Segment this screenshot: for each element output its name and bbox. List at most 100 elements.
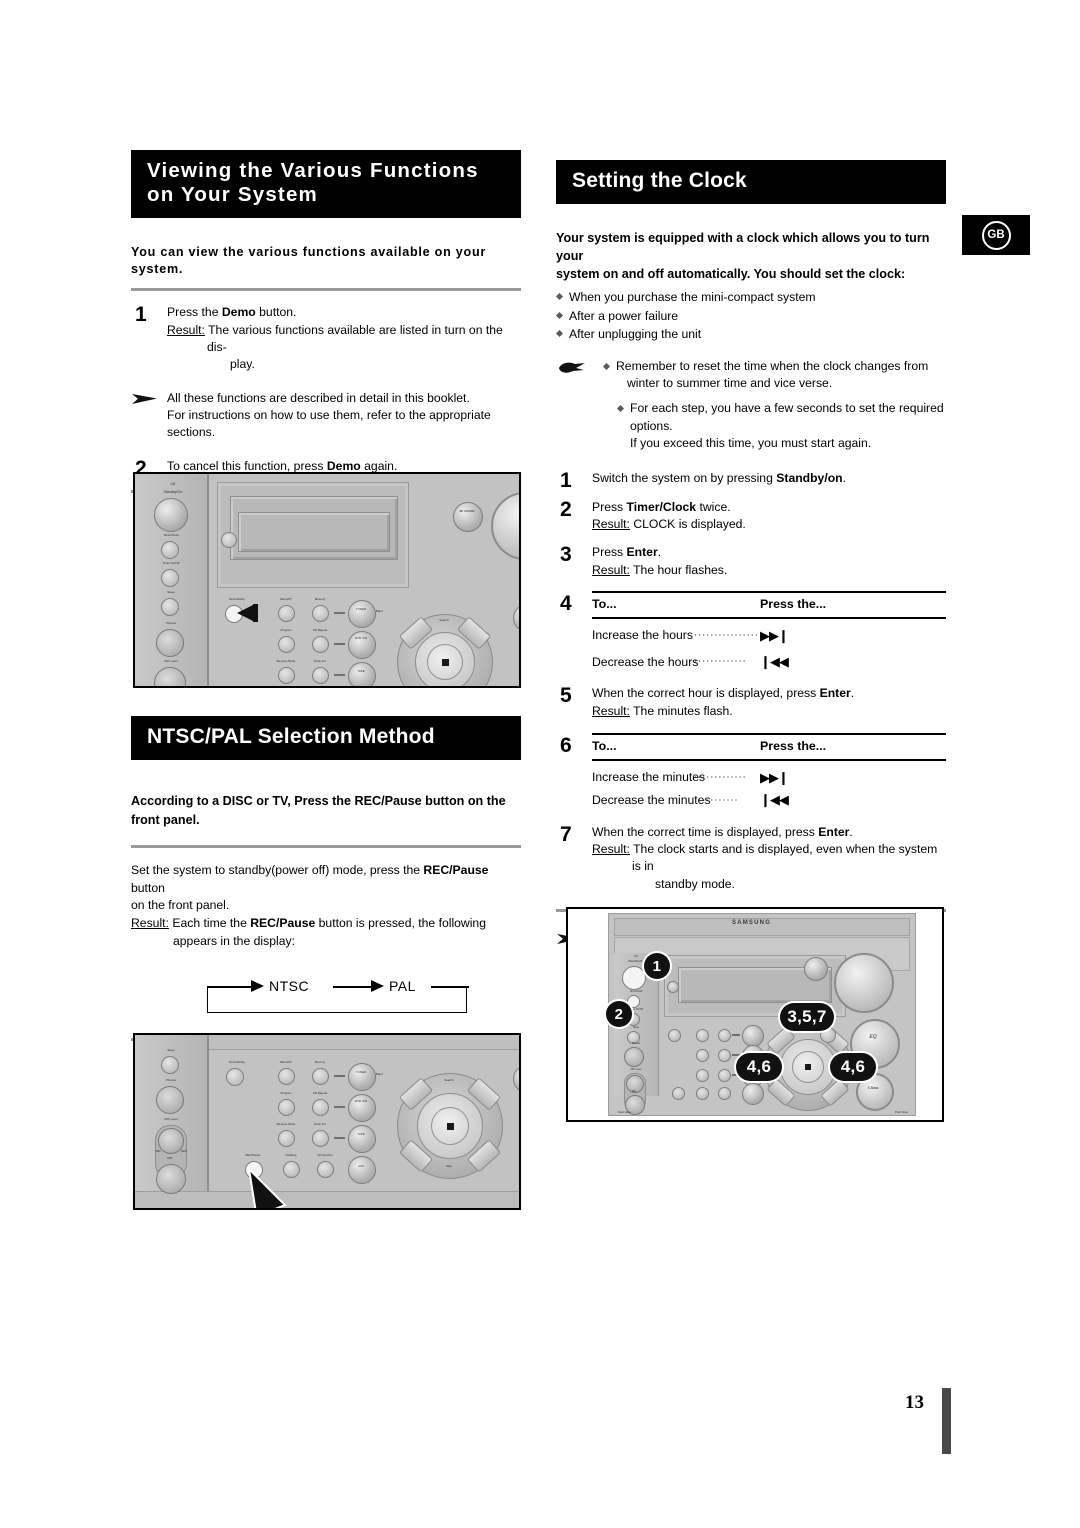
tray-open-button[interactable] — [667, 981, 679, 993]
cd-repeat-button[interactable] — [718, 1049, 731, 1062]
section2-body-line2: on the front panel. — [131, 898, 230, 913]
tray-open-button[interactable] — [221, 532, 237, 548]
mono-st-button[interactable] — [696, 1029, 709, 1042]
step-text-bold: Demo — [326, 458, 361, 473]
step-text-pre: Press the — [167, 305, 222, 320]
deck-1-2-button[interactable] — [312, 667, 329, 684]
stop-icon — [446, 1122, 454, 1130]
system-illustration-with-callouts: SAMSUNG ⏻/I Standby/On Timer/Clock Timer… — [566, 907, 944, 1122]
hand-note-b1-line1: Remember to reset the time when the cloc… — [616, 358, 929, 373]
volume-dial[interactable] — [834, 953, 894, 1013]
note-booklet: All these functions are described in det… — [131, 390, 521, 442]
front-panel-illustration-top: ⏻/I Standby/On Timer/Clock Timer On/Off … — [133, 472, 521, 688]
label-aux: AUX — [358, 1164, 364, 1168]
clock-intro-line2: system on and off automatically. You sho… — [556, 267, 906, 282]
callout-3-5-7: 3,5,7 — [780, 1003, 834, 1031]
section2-body-line1: Set the system to standby(power off) mod… — [131, 862, 521, 897]
phones-jack[interactable] — [624, 1047, 644, 1067]
demo-button[interactable] — [668, 1029, 681, 1042]
3d-sound-button[interactable] — [453, 502, 483, 532]
cd-repeat-button[interactable] — [312, 636, 329, 653]
list-item: When you purchase the mini-compact syste… — [555, 288, 946, 307]
note-line-1: All these functions are described in det… — [167, 390, 470, 405]
timer-clock-button[interactable] — [161, 541, 179, 559]
rec-pause-button[interactable] — [672, 1087, 685, 1100]
result-label: Result: — [592, 841, 630, 856]
skip-forward-icon: ▶▶❙ — [760, 769, 789, 785]
note-hand-reminders: Remember to reset the time when the cloc… — [556, 358, 946, 453]
result-label: Result: — [592, 516, 630, 531]
section-title-setting-clock: Setting the Clock — [556, 160, 946, 205]
demo-button[interactable] — [226, 1068, 244, 1086]
reverse-mode-button[interactable] — [278, 1130, 295, 1147]
arrowhead-to-pal-icon — [371, 980, 384, 993]
connector-line — [732, 1054, 740, 1056]
connector-line — [334, 643, 345, 645]
timer-onoff-button[interactable] — [161, 569, 179, 587]
aux-source-button[interactable] — [742, 1083, 764, 1105]
mono-st-button[interactable] — [278, 1068, 295, 1085]
mic-jack[interactable] — [156, 1164, 186, 1194]
dubbing-button[interactable] — [696, 1087, 709, 1100]
tape-source-button[interactable] — [348, 662, 376, 686]
label-tuner: TUNER — [356, 607, 366, 611]
divider — [131, 288, 521, 292]
pal-label: PAL — [389, 978, 416, 995]
connector-line — [334, 1075, 345, 1077]
tuner-source-button[interactable] — [348, 600, 376, 628]
cd-repeat-button[interactable] — [312, 1099, 329, 1116]
note-line-3: sections. — [167, 425, 216, 440]
deck-1-2-button[interactable] — [312, 1130, 329, 1147]
cd-synchro-button[interactable] — [718, 1087, 731, 1100]
step-result: Result: The various functions available … — [167, 322, 521, 357]
cd-synchro-button[interactable] — [317, 1161, 334, 1178]
diamond-bullet-icon — [616, 405, 625, 413]
result-label: Result: — [167, 322, 205, 337]
reverse-mode-button[interactable] — [278, 667, 295, 684]
program-button[interactable] — [696, 1049, 709, 1062]
sleep-button[interactable] — [161, 1056, 179, 1074]
3d-sound-button[interactable] — [804, 957, 828, 981]
loop-box — [207, 987, 467, 1014]
label-demo-dolby: Demo/Dolby — [229, 1060, 245, 1064]
memory-button[interactable] — [312, 1068, 329, 1085]
sleep-button[interactable] — [161, 598, 179, 616]
reverse-mode-button[interactable] — [696, 1069, 709, 1082]
memory-button[interactable] — [312, 605, 329, 622]
step-result: Result: CLOCK is displayed. — [592, 516, 946, 533]
tape-source-button[interactable] — [348, 1125, 376, 1153]
section2-result-cont: appears in the display: — [173, 933, 295, 948]
step-text: Press Enter. — [592, 544, 946, 561]
stop-button[interactable] — [427, 644, 463, 680]
phones-jack[interactable] — [156, 629, 184, 657]
locale-badge-label: GB — [981, 220, 1011, 250]
tuner-source-button[interactable] — [742, 1025, 764, 1047]
section1-intro: You can view the various functions avail… — [131, 244, 487, 277]
skip-forward-icon: ▶▶❙ — [760, 627, 789, 643]
program-button[interactable] — [278, 636, 295, 653]
tuner-source-button[interactable] — [348, 1063, 376, 1091]
standby-on-button[interactable] — [154, 498, 188, 532]
memory-button[interactable] — [718, 1029, 731, 1042]
aux-source-button[interactable] — [348, 1156, 376, 1184]
label-dvd-cd: DVD /CD — [355, 636, 367, 640]
label-s-bass: S.Bass — [867, 1086, 879, 1090]
label-enter: Enter — [513, 1074, 519, 1077]
section-title-ntsc-pal: NTSC/PAL Selection Method — [131, 716, 521, 761]
step-number: 7 — [560, 822, 572, 846]
mono-st-button[interactable] — [278, 605, 295, 622]
step-text-post: . — [850, 686, 855, 701]
result-label: Result: — [592, 562, 630, 577]
right-column: Setting the Clock Your system is equippe… — [555, 160, 946, 965]
stop-button[interactable] — [431, 1107, 469, 1145]
callout-1: 1 — [644, 953, 670, 979]
phones-jack[interactable] — [156, 1086, 184, 1114]
deck-1-2-button[interactable] — [718, 1069, 731, 1082]
result-text: The hour flashes. — [629, 562, 728, 577]
connector-line — [334, 1106, 345, 1108]
row-dots: ∙∙∙∙∙∙∙∙∙∙∙∙∙∙∙∙ — [694, 628, 759, 641]
stop-button[interactable] — [792, 1051, 824, 1083]
clock-step-2: 2 Press Timer/Clock twice. Result: CLOCK… — [556, 498, 946, 534]
standby-on-button[interactable] — [622, 966, 646, 990]
program-button[interactable] — [278, 1099, 295, 1116]
